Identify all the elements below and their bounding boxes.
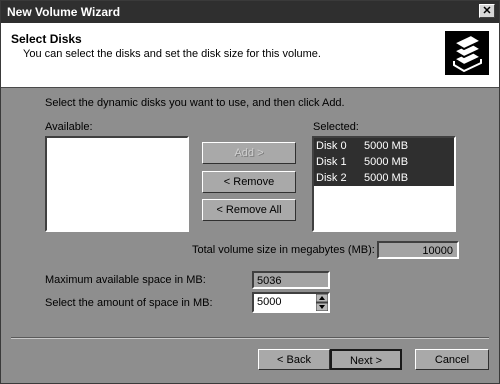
disk-name: Disk 2: [316, 172, 347, 184]
max-space-value: 5036: [252, 271, 330, 289]
stacked-disks-icon: [445, 31, 489, 75]
close-button[interactable]: ✕: [479, 4, 495, 18]
window-title: New Volume Wizard: [7, 5, 121, 19]
wizard-header: Select Disks You can select the disks an…: [1, 23, 499, 88]
add-button[interactable]: Add >: [202, 142, 296, 164]
list-item[interactable]: Disk 0 5000 MB: [314, 138, 454, 154]
title-bar[interactable]: New Volume Wizard ✕: [1, 1, 499, 23]
disk-name: Disk 1: [316, 156, 347, 168]
page-subtitle: You can select the disks and set the dis…: [23, 48, 321, 60]
disk-name: Disk 0: [316, 140, 347, 152]
available-list[interactable]: [45, 136, 189, 232]
page-title: Select Disks: [11, 32, 82, 46]
spinner-arrows-icon[interactable]: [315, 293, 329, 312]
total-size-value: 10000: [377, 241, 459, 259]
selected-label: Selected:: [313, 121, 359, 133]
instructions-text: Select the dynamic disks you want to use…: [45, 97, 345, 109]
footer-separator: [11, 337, 489, 339]
max-space-label: Maximum available space in MB:: [45, 274, 206, 286]
space-input-value: 5000: [257, 296, 282, 308]
total-size-label: Total volume size in megabytes (MB):: [192, 244, 375, 256]
select-space-label: Select the amount of space in MB:: [45, 297, 213, 309]
space-input[interactable]: 5000: [252, 292, 330, 313]
disk-size: 5000 MB: [364, 156, 409, 168]
back-button[interactable]: < Back: [258, 349, 330, 370]
selected-list[interactable]: Disk 0 5000 MB Disk 1 5000 MB Disk 2 500…: [312, 136, 456, 232]
next-button[interactable]: Next >: [330, 349, 402, 370]
remove-button[interactable]: < Remove: [202, 171, 296, 193]
remove-all-button[interactable]: < Remove All: [202, 199, 296, 221]
cancel-button[interactable]: Cancel: [415, 349, 489, 370]
list-item[interactable]: Disk 1 5000 MB: [314, 154, 454, 170]
available-label: Available:: [45, 121, 93, 133]
disk-size: 5000 MB: [364, 140, 409, 152]
wizard-window: New Volume Wizard ✕ Select Disks You can…: [0, 0, 500, 384]
list-item[interactable]: Disk 2 5000 MB: [314, 170, 454, 186]
disk-size: 5000 MB: [364, 172, 409, 184]
